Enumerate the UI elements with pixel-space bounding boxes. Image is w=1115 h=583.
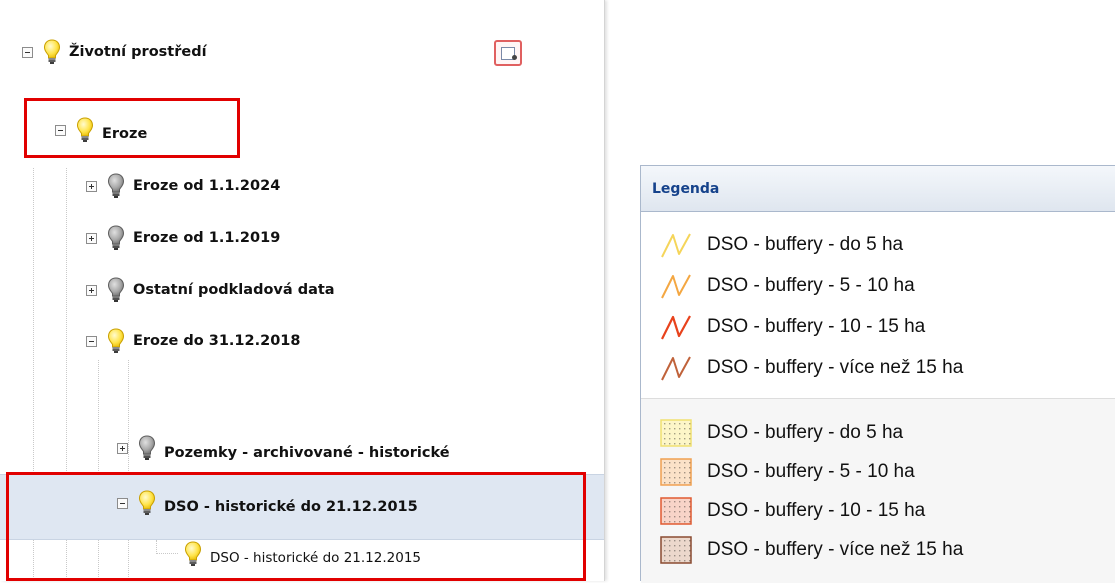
expand-toggle-icon[interactable] [86,180,97,192]
tree-node-label: Eroze od 1.1.2019 [133,230,281,246]
tree-node-eroze-do-2018[interactable]: Eroze do 31.12.2018 [86,327,300,355]
legend-item-label: DSO - buffery - 10 - 15 ha [707,500,926,521]
legend-item-label: DSO - buffery - více než 15 ha [707,357,964,378]
legend-item-label: DSO - buffery - více než 15 ha [707,539,964,560]
tree-node-eroze-2019[interactable]: Eroze od 1.1.2019 [86,224,280,252]
legend-item-label: DSO - buffery - do 5 ha [707,234,904,255]
legend-item-fill: DSO - buffery - do 5 ha [659,416,903,450]
tree-node-label: Životní prostředí [69,44,207,60]
tree-node-label: Pozemky - archivované - historické [164,445,450,461]
tree-node-ostatni-podkladova-data[interactable]: Ostatní podkladová data [86,276,335,304]
fill-symbol-icon [660,497,692,525]
tree-node-eroze-2024[interactable]: Eroze od 1.1.2024 [86,172,280,200]
legend-item-fill: DSO - buffery - 10 - 15 ha [659,494,925,528]
fill-symbol-icon [660,536,692,564]
expand-toggle-icon[interactable] [117,442,128,454]
legend-item-line: DSO - buffery - do 5 ha [659,228,903,262]
legend-item-line: DSO - buffery - více než 15 ha [659,351,963,385]
lightbulb-off-icon[interactable] [107,277,125,303]
tree-node-label: Eroze do 31.12.2018 [133,333,301,349]
highlight-box-dso [6,472,586,581]
tree-node-label: Eroze od 1.1.2024 [133,178,281,194]
legend-panel: Legenda DSO - buffery - do 5 ha DSO - bu… [640,165,1115,583]
legend-line-section: DSO - buffery - do 5 ha DSO - buffery - … [641,212,1115,398]
line-symbol-icon [661,356,691,381]
expand-toggle-icon[interactable] [86,284,97,296]
legend-item-label: DSO - buffery - 10 - 15 ha [707,316,926,337]
tree-node-label: Ostatní podkladová data [133,282,335,298]
lightbulb-on-icon[interactable] [43,39,61,65]
line-symbol-icon [661,233,691,258]
collapse-toggle-icon[interactable] [86,335,97,347]
legend-item-fill: DSO - buffery - více než 15 ha [659,533,963,567]
line-symbol-icon [661,315,691,340]
legend-header: Legenda [641,166,1115,212]
legend-item-label: DSO - buffery - 5 - 10 ha [707,275,915,296]
layer-settings-button[interactable] [494,40,522,66]
legend-item-line: DSO - buffery - 5 - 10 ha [659,269,915,303]
legend-title: Legenda [652,180,720,197]
lightbulb-off-icon[interactable] [107,225,125,251]
lightbulb-off-icon[interactable] [107,173,125,199]
legend-item-label: DSO - buffery - do 5 ha [707,422,904,443]
legend-fill-section: DSO - buffery - do 5 ha DSO - buffery - … [641,398,1115,583]
layer-tree-panel: Životní prostředí Eroze Eroze od 1.1.202… [0,0,605,581]
line-symbol-icon [661,274,691,299]
highlight-box-eroze [24,98,240,158]
lightbulb-on-icon[interactable] [107,328,125,354]
tree-node-zivotni-prostredi[interactable]: Životní prostředí [22,38,207,66]
collapse-toggle-icon[interactable] [22,46,33,58]
fill-symbol-icon [660,458,692,486]
expand-toggle-icon[interactable] [86,232,97,244]
lightbulb-off-icon[interactable] [138,435,156,461]
tree-node-pozemky[interactable]: Pozemky - archivované - historické [117,434,450,462]
legend-item-label: DSO - buffery - 5 - 10 ha [707,461,915,482]
legend-item-fill: DSO - buffery - 5 - 10 ha [659,455,915,489]
legend-item-line: DSO - buffery - 10 - 15 ha [659,310,925,344]
fill-symbol-icon [660,419,692,447]
